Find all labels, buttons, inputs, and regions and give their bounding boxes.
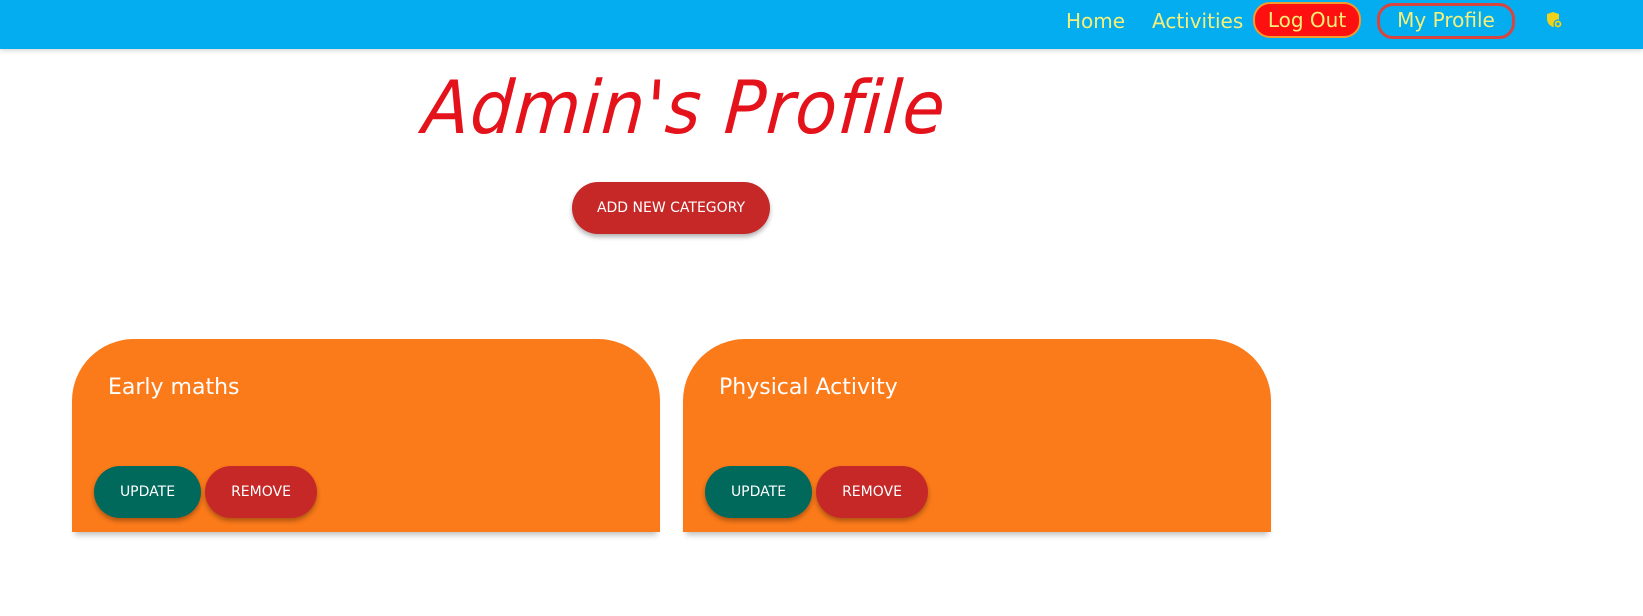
page-title: Admin's Profile bbox=[420, 66, 949, 152]
add-new-category-button[interactable]: ADD NEW CATEGORY bbox=[572, 182, 770, 234]
logout-button[interactable]: Log Out bbox=[1253, 2, 1361, 38]
nav-home-link[interactable]: Home bbox=[1066, 6, 1125, 36]
category-card: Physical Activity UPDATE REMOVE bbox=[683, 339, 1271, 532]
top-navbar: Home Activities Log Out My Profile bbox=[0, 0, 1643, 49]
remove-category-button[interactable]: REMOVE bbox=[205, 466, 317, 518]
category-card-title: Early maths bbox=[108, 375, 240, 400]
update-category-button[interactable]: UPDATE bbox=[94, 466, 201, 518]
nav-activities-link[interactable]: Activities bbox=[1152, 6, 1243, 36]
category-card: Early maths UPDATE REMOVE bbox=[72, 339, 660, 532]
category-card-title: Physical Activity bbox=[719, 375, 898, 400]
remove-category-button[interactable]: REMOVE bbox=[816, 466, 928, 518]
update-category-button[interactable]: UPDATE bbox=[705, 466, 812, 518]
shield-badge-icon[interactable] bbox=[1545, 11, 1563, 29]
my-profile-button[interactable]: My Profile bbox=[1377, 3, 1515, 39]
